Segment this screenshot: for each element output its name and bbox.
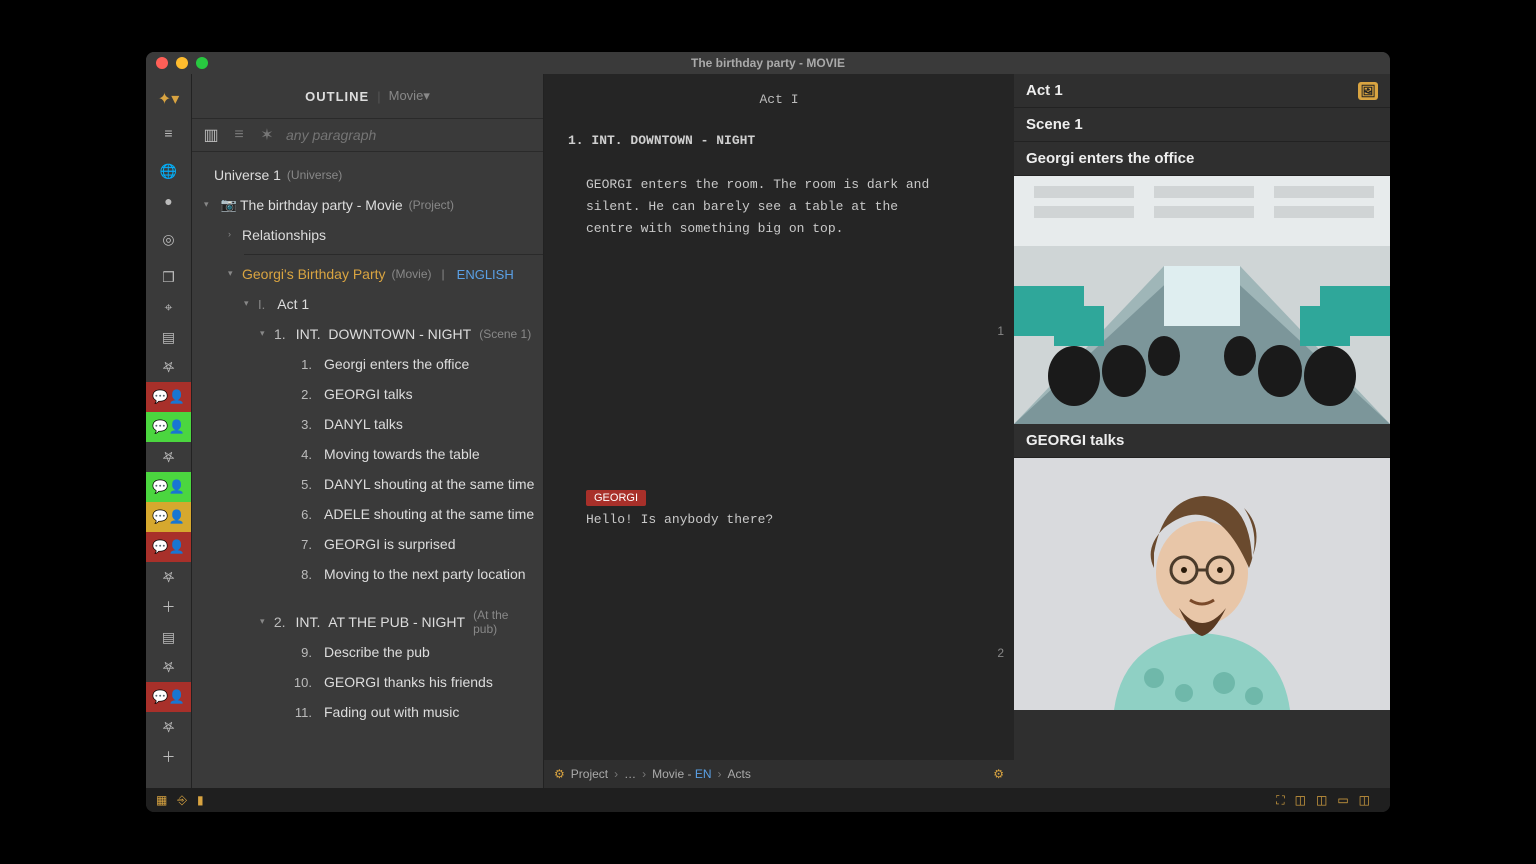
boards-act: Act 1 [1026,82,1063,99]
chat-darkred-icon[interactable]: 💬👤 [146,532,191,562]
chat-green-icon[interactable]: 💬👤 [146,412,191,442]
crumb-project[interactable]: Project [571,767,608,781]
chat-red-icon[interactable]: 💬👤 [146,382,191,412]
page-number-2: 2 [997,646,1004,660]
chat-olive-icon[interactable]: 💬👤 [146,502,191,532]
gear-icon[interactable]: ⚙ [554,767,565,781]
panel-icon-1[interactable]: ◫ [1295,793,1306,807]
target-icon[interactable]: ◎ [146,224,191,254]
beat-item[interactable]: 10.GEORGI thanks his friends [198,667,543,697]
scene1-item[interactable]: ▾ 1. INT. DOWNTOWN - NIGHT (Scene 1) [198,319,543,349]
outline-tree: Universe 1 (Universe) ▾ 📷 The birthday p… [192,152,543,788]
slugline[interactable]: 1. INT. DOWNTOWN - NIGHT [568,133,990,148]
relationships-item[interactable]: › Relationships [198,220,543,250]
page-number-1: 1 [997,324,1004,338]
beat-item[interactable]: 2.GEORGI talks [198,379,543,409]
universe-item[interactable]: Universe 1 (Universe) [198,160,543,190]
character-tag[interactable]: GEORGI [586,490,646,506]
panel-icon-3[interactable]: ▭ [1337,793,1348,807]
card1-image[interactable] [1014,176,1390,424]
view-mode-3-icon[interactable]: ✶ [258,125,276,145]
dialogue-text[interactable]: Hello! Is anybody there? [586,512,946,527]
app-mode-icon[interactable]: ✦▾ [146,80,191,118]
scene2-item[interactable]: ▾ 2. INT. AT THE PUB - NIGHT (At the pub… [198,607,543,637]
runner3-icon[interactable]: 𖤐 [146,562,191,592]
beat-item[interactable]: 1.Georgi enters the office [198,349,543,379]
runner4-icon[interactable]: 𖤐 [146,652,191,682]
beat-item[interactable]: 8.Moving to the next party location [198,559,543,589]
fullscreen-icon[interactable]: ⛶ [1276,793,1284,808]
bottom-bar: ▦ ⎆ ▮ ⛶ ◫ ◫ ▭ ◫ [146,788,1390,812]
view-mode-2-icon[interactable]: ≡ [230,126,248,144]
search-input[interactable] [286,127,533,143]
hamburger-icon[interactable]: ≡ [146,118,191,148]
card1-title[interactable]: Georgi enters the office [1014,142,1390,176]
bookmark-icon[interactable]: ▮ [197,793,204,807]
runner-icon[interactable]: 𖤐 [146,352,191,382]
image-icon[interactable]: 🖼 [1358,82,1378,100]
beat-item[interactable]: 3.DANYL talks [198,409,543,439]
act1-item[interactable]: ▾ I. Act 1 [198,289,543,319]
cube-icon[interactable]: ❒ [146,262,191,292]
panel-icon-2[interactable]: ◫ [1316,793,1327,807]
pin-icon[interactable]: ⌖ [146,292,191,322]
beat-item[interactable]: 11.Fading out with music [198,697,543,727]
act-heading: Act I [568,92,990,107]
film-icon[interactable]: ▤ [146,322,191,352]
card2-image[interactable] [1014,458,1390,710]
outline-mode-dropdown[interactable]: Movie▾ [389,88,430,104]
script-editor[interactable]: Act I 1. INT. DOWNTOWN - NIGHT GEORGI en… [544,74,1014,788]
layout-icon-1[interactable]: ▦ [156,793,167,807]
left-rail: ✦▾ ≡ 🌐 ● ◎ ❒ ⌖ ▤ 𖤐 💬👤 💬👤 𖤐 💬👤 💬👤 💬👤 𖤐 ＋ … [146,74,192,788]
gear-right-icon[interactable]: ⚙ [993,767,1004,781]
chat-darkred2-icon[interactable]: 💬👤 [146,682,191,712]
globe-icon[interactable]: 🌐 [146,156,191,186]
view-mode-1-icon[interactable]: ▥ [202,125,220,145]
beat-item[interactable]: 4.Moving towards the table [198,439,543,469]
beat-item[interactable]: 9.Describe the pub [198,637,543,667]
runner5-icon[interactable]: 𖤐 [146,712,191,742]
camera-icon: 📷 [218,197,240,213]
layout-icon-2[interactable]: ⎆ [177,793,187,808]
action-text[interactable]: GEORGI enters the room. The room is dark… [586,174,946,240]
runner2-icon[interactable]: 𖤐 [146,442,191,472]
editor-footer: ⚙ Project › … › Movie - EN › Acts ⚙ [544,760,1014,788]
project-item[interactable]: ▾ 📷 The birthday party - Movie (Project) [198,190,543,220]
movie-item[interactable]: ▾ Georgi's Birthday Party (Movie) | ENGL… [198,259,543,289]
titlebar: The birthday party - MOVIE [146,52,1390,74]
beat-item[interactable]: 7.GEORGI is surprised [198,529,543,559]
beat-item[interactable]: 6.ADELE shouting at the same time [198,499,543,529]
card2-title[interactable]: GEORGI talks [1014,424,1390,458]
beat-item[interactable]: 5.DANYL shouting at the same time [198,469,543,499]
dot-icon[interactable]: ● [146,186,191,216]
plus2-icon[interactable]: ＋ [146,742,191,772]
outline-heading: OUTLINE [305,89,369,104]
outline-panel: OUTLINE | Movie▾ ▥ ≡ ✶ Universe 1 (Unive… [192,74,544,788]
plus-icon[interactable]: ＋ [146,592,191,622]
film2-icon[interactable]: ▤ [146,622,191,652]
boards-scene: Scene 1 [1014,108,1390,142]
window-title: The birthday party - MOVIE [146,56,1390,70]
boards-panel: Act 1 🖼 Scene 1 Georgi enters the office… [1014,74,1390,788]
panel-icon-4[interactable]: ◫ [1359,793,1370,807]
chat-green2-icon[interactable]: 💬👤 [146,472,191,502]
